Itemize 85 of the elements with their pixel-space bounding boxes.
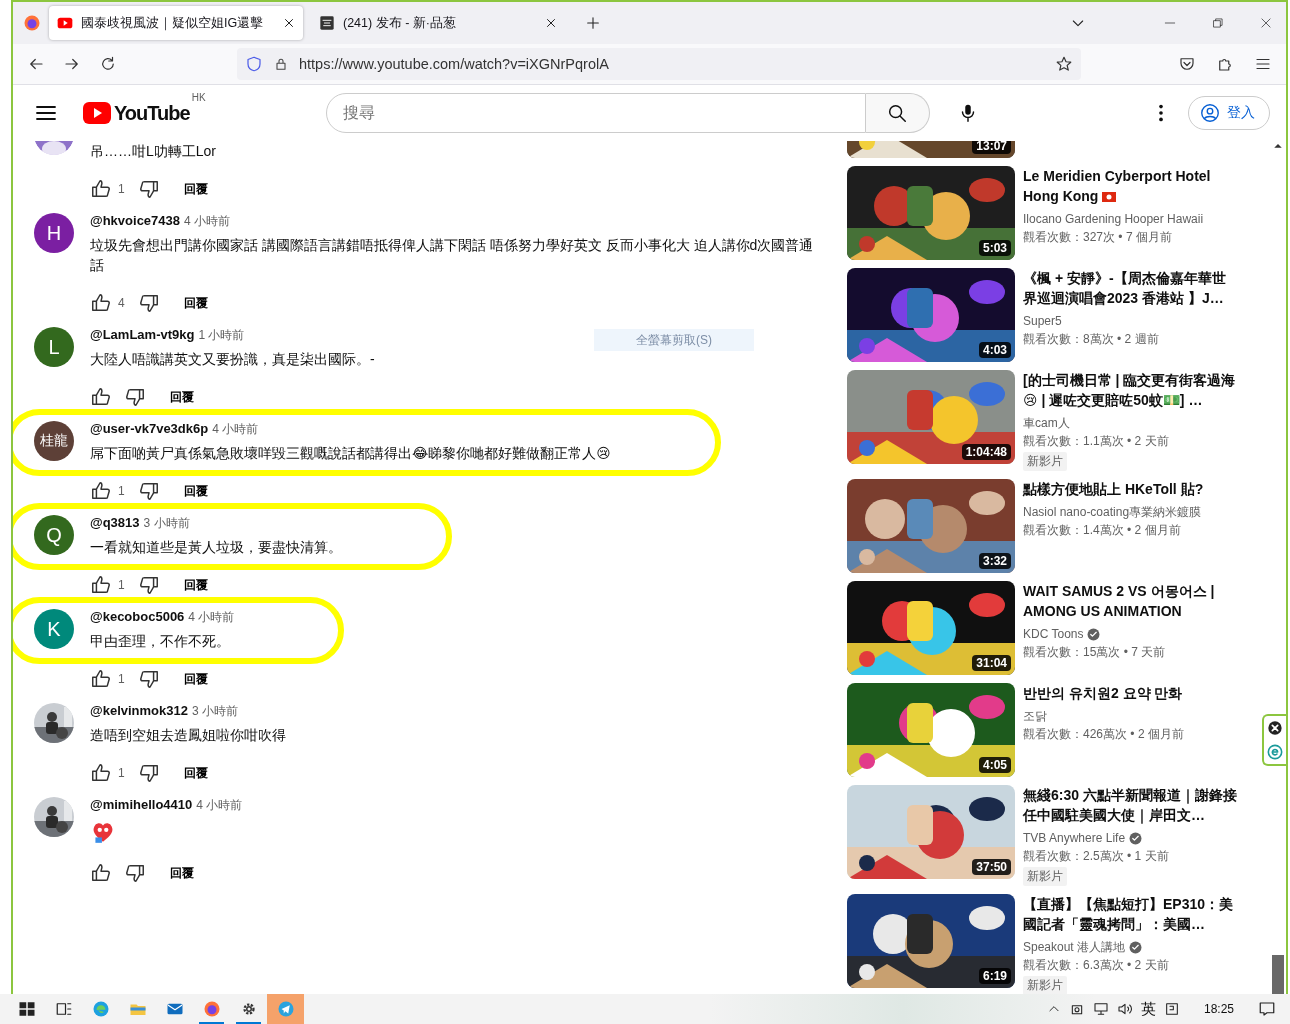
video-meta: 觀看次數：426萬次 • 2 個月前 (1023, 726, 1185, 743)
comment-text: 垃圾先會想出門講你國家話 講國際語言講錯唔抵得俾人講下閑話 唔係努力學好英文 反而小事化大 迫人講你d次國普通話 (90, 236, 815, 275)
browser-tab[interactable]: (241) 发布 - 新·品葱 (311, 6, 565, 40)
tooltip: 全螢幕剪取(S) (594, 329, 754, 351)
channel-name[interactable]: 車cam人 (1023, 414, 1070, 432)
reply-button[interactable]: 回覆 (164, 388, 194, 406)
comment-time[interactable]: 4 小時前 (196, 797, 243, 814)
comment-author[interactable]: @q3813 (90, 515, 140, 530)
reply-button[interactable]: 回覆 (178, 294, 208, 312)
video-title[interactable]: WAIT SAMUS 2 VS 어몽어스 | AMONG US ANIMATION (1023, 581, 1238, 621)
comment-author[interactable]: @LamLam-vt9kg (90, 327, 195, 342)
video-meta: 觀看次數：6.3萬次 • 2 天前 (1023, 957, 1170, 974)
reply-button[interactable]: 回覆 (178, 180, 208, 198)
new-badge: 新影片 (1023, 976, 1067, 994)
like-count: 1 (118, 672, 125, 686)
video-meta: 觀看次數：8萬次 • 2 週前 (1023, 331, 1160, 348)
reply-button[interactable]: 回覆 (178, 482, 208, 500)
video-duration: 37:50 (972, 859, 1011, 875)
reply-button[interactable]: 回覆 (178, 764, 208, 782)
video-meta: 觀看次數：327次 • 7 個月前 (1023, 229, 1173, 246)
comment-text: 造唔到空姐去造鳳姐啦你咁吹得 (90, 726, 286, 745)
comment-author[interactable]: @mimihello4410 (90, 797, 193, 812)
channel-name[interactable]: TVB Anywhere Life (1023, 829, 1126, 847)
channel-name[interactable]: Nasiol nano-coating專業納米鍍膜 (1023, 503, 1202, 521)
comment-time[interactable]: 3 小時前 (191, 703, 238, 720)
clock[interactable]: 18:25 (1203, 1002, 1234, 1016)
video-duration: 4:03 (978, 342, 1011, 358)
video-duration: 31:04 (972, 655, 1011, 671)
comment-text: 吊……咁L叻轉工Lor (90, 142, 217, 161)
video-title[interactable]: 無綫6:30 六點半新聞報道｜謝鋒接任中國駐美國大使｜岸田文… (1023, 785, 1238, 825)
comment-text: 甲甴歪理，不作不死。 (90, 632, 231, 651)
like-count: 1 (118, 484, 125, 498)
region-label: HK (191, 92, 206, 103)
comment-time[interactable]: 4 小時前 (184, 213, 231, 230)
comment-text: 屌下面啲黃尸真係氣急敗壞咩毀三觀嘅說話都講得出😂睇黎你哋都好難做翻正常人😢 (90, 444, 611, 463)
comment-time[interactable]: 1 小時前 (198, 327, 245, 344)
like-count: 1 (118, 578, 125, 592)
input-method-label[interactable]: 英 (1140, 999, 1156, 1019)
browser-tab[interactable]: 國泰歧視風波｜疑似空姐IG還擊 (49, 6, 303, 40)
new-badge: 新影片 (1023, 867, 1067, 886)
comment-author[interactable]: @hkvoice7438 (90, 213, 180, 228)
avatar[interactable]: K (34, 609, 74, 649)
search-field[interactable]: 搜尋 (325, 93, 866, 133)
new-badge: 新影片 (1023, 452, 1067, 471)
reply-button[interactable]: 回覆 (178, 670, 208, 688)
video-title[interactable]: 【直播】【焦點短打】EP310：美國記者「靈魂拷問」：美國… (1023, 894, 1238, 934)
avatar[interactable]: H (34, 213, 74, 253)
video-title[interactable]: 《楓 + 安靜》-【周杰倫嘉年華世界巡迴演唱會2023 香港站 】J… (1023, 268, 1238, 308)
video-title[interactable]: 반반의 유치원2 요약 만화 (1023, 683, 1238, 703)
video-duration: 4:05 (978, 757, 1011, 773)
reply-button[interactable]: 回覆 (164, 864, 194, 882)
sign-in-button[interactable]: 登入 (1188, 96, 1270, 130)
avatar[interactable]: L (34, 327, 74, 367)
logo-text[interactable]: YouTube (114, 101, 190, 125)
avatar[interactable]: 桂龍 (34, 421, 74, 461)
avatar[interactable]: Q (34, 515, 74, 555)
channel-name[interactable]: Ilocano Gardening Hooper Hawaii (1023, 210, 1204, 228)
video-meta: 觀看次數：2.5萬次 • 1 天前 (1023, 848, 1170, 865)
video-duration: 13:07 (972, 141, 1011, 154)
channel-name[interactable]: 조닭 (1023, 707, 1047, 725)
channel-name[interactable]: KDC Toons (1023, 625, 1084, 643)
video-title[interactable]: [的士司機日常 | 臨交更有街客過海😢 | 遲咗交更賠咗50蚊💵] … (1023, 370, 1238, 410)
video-title[interactable]: 點樣方便地貼上 HKeToll 貼? (1023, 479, 1238, 499)
video-meta: 觀看次數：15萬次 • 7 天前 (1023, 644, 1167, 661)
like-count: 1 (118, 182, 125, 196)
channel-name[interactable]: Speakout 港人講地 (1023, 938, 1126, 956)
comment-text: 大陸人唔識講英文又要扮識，真是柒出國际。- (90, 350, 375, 369)
video-title[interactable]: Le Meridien Cyberport Hotel Hong Kong (1023, 166, 1238, 206)
video-duration: 6:19 (978, 968, 1011, 984)
comment-author[interactable]: @kelvinmok312 (90, 703, 188, 718)
reply-button[interactable]: 回覆 (178, 576, 208, 594)
video-meta: 觀看次數：1.4萬次 • 2 個月前 (1023, 522, 1182, 539)
channel-name[interactable]: Super5 (1023, 312, 1062, 330)
video-duration: 1:04:48 (961, 444, 1011, 460)
video-duration: 5:03 (978, 240, 1011, 256)
video-meta: 觀看次數：1.1萬次 • 2 天前 (1023, 433, 1170, 450)
comment-time[interactable]: 4 小時前 (188, 609, 235, 626)
comment-author[interactable]: @kecoboc5006 (90, 609, 185, 624)
comment-author[interactable]: @user-vk7ve3dk6p (90, 421, 209, 436)
comment-text: 一看就知道些是黃人垃圾，要盡快清算。 (90, 538, 342, 557)
comment-time[interactable]: 3 小時前 (143, 515, 190, 532)
like-count: 4 (118, 296, 125, 310)
video-duration: 3:32 (978, 553, 1011, 569)
comment-time[interactable]: 4 小時前 (212, 421, 259, 438)
like-count: 1 (118, 766, 125, 780)
